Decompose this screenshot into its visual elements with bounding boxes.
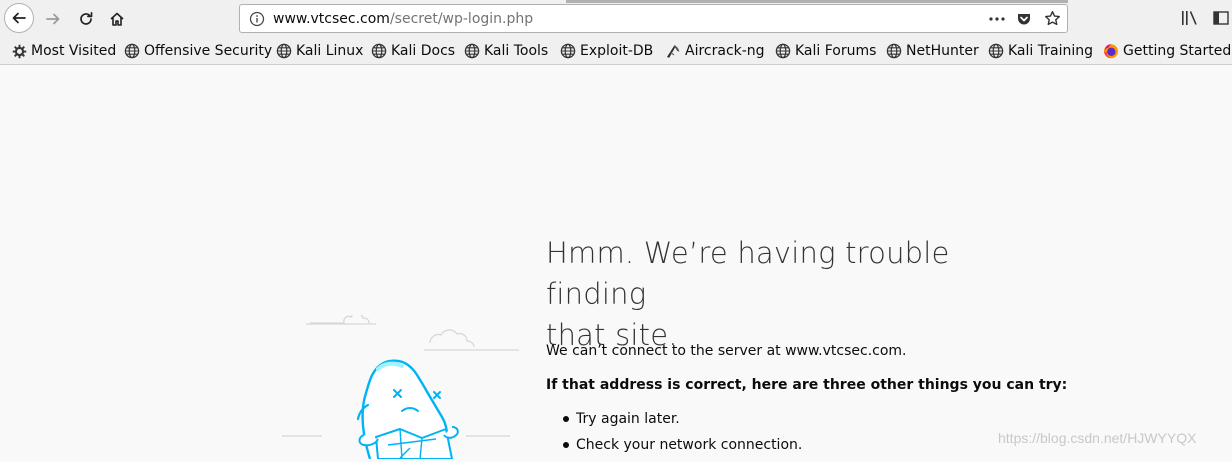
bookmark-aircrack-ng[interactable]: Aircrack-ng: [665, 42, 765, 60]
bookmark-exploit-db[interactable]: Exploit-DB: [560, 42, 653, 60]
gear-icon: [12, 44, 27, 58]
reload-icon: [80, 11, 93, 25]
bookmark-label: Most Visited: [31, 43, 117, 59]
bookmark-label: Exploit-DB: [580, 43, 654, 59]
url-path: /secret/wp-login.php: [389, 11, 534, 27]
suggestion-item: Check your network connection.: [546, 436, 802, 462]
bookmark-offensive-security[interactable]: Offensive Security: [124, 42, 272, 60]
globe-icon: [464, 43, 480, 59]
library-icon[interactable]: [1181, 10, 1199, 26]
error-title: Hmm. We’re having trouble finding that si…: [546, 233, 1046, 356]
bookmark-label: NetHunter: [906, 43, 979, 59]
bookmark-label: Getting Started: [1123, 43, 1232, 59]
bookmark-kali-docs[interactable]: Kali Docs: [371, 42, 455, 60]
globe-icon: [371, 43, 387, 59]
bookmark-kali-training[interactable]: Kali Training: [988, 42, 1093, 60]
globe-icon: [124, 43, 140, 59]
forward-icon: [46, 13, 60, 25]
bookmark-label: Kali Docs: [391, 43, 456, 59]
bookmark-kali-forums[interactable]: Kali Forums: [775, 42, 876, 60]
bookmark-label: Kali Training: [1008, 43, 1093, 59]
info-icon[interactable]: [249, 11, 265, 27]
globe-icon: [988, 43, 1004, 59]
suggestion-item: Try again later.: [546, 410, 802, 436]
reload-button[interactable]: [71, 4, 101, 34]
bookmark-star-icon[interactable]: [1044, 10, 1061, 27]
bookmarks-toolbar: Most Visited Offensive Security Kali Lin…: [0, 38, 1232, 65]
home-icon: [110, 12, 124, 26]
home-button[interactable]: [102, 4, 132, 34]
broken-connection-illustration: [282, 315, 519, 459]
url-host: www.vtcsec.com: [273, 11, 390, 27]
globe-icon: [886, 43, 902, 59]
bookmark-nethunter[interactable]: NetHunter: [886, 42, 979, 60]
error-page: Hmm. We’re having trouble finding that si…: [0, 65, 1232, 459]
bookmark-kali-tools[interactable]: Kali Tools: [464, 42, 548, 60]
globe-icon: [276, 43, 292, 59]
suggestions-list: Try again later. Check your network conn…: [546, 410, 802, 462]
error-description: We can’t connect to the server at www.vt…: [546, 343, 907, 359]
url-bar[interactable]: www.vtcsec.com/secret/wp-login.php: [239, 4, 1068, 33]
bookmark-label: Aircrack-ng: [685, 43, 765, 59]
forward-button[interactable]: [38, 4, 68, 34]
page-actions-icon[interactable]: [988, 11, 1006, 27]
tab-strip-edge: [566, 0, 1068, 3]
back-icon: [12, 12, 26, 24]
error-title-line1: Hmm. We’re having trouble finding: [546, 236, 950, 311]
pocket-icon[interactable]: [1016, 11, 1032, 27]
watermark: https://blog.csdn.net/HJWYYQX: [998, 430, 1197, 446]
globe-icon: [560, 43, 576, 59]
firefox-icon: [1104, 44, 1118, 59]
globe-icon: [775, 43, 791, 59]
bookmark-label: Kali Linux: [296, 43, 364, 59]
aircrack-icon: [667, 45, 680, 58]
bookmark-label: Kali Forums: [795, 43, 877, 59]
url-text[interactable]: www.vtcsec.com/secret/wp-login.php: [273, 11, 533, 27]
bookmark-getting-started[interactable]: Getting Started: [1103, 42, 1231, 60]
bookmark-most-visited[interactable]: Most Visited: [12, 42, 116, 60]
sidebar-icon[interactable]: [1213, 10, 1229, 26]
suggestions-title: If that address is correct, here are thr…: [546, 377, 1068, 393]
bookmark-kali-linux[interactable]: Kali Linux: [276, 42, 363, 60]
navigation-toolbar: www.vtcsec.com/secret/wp-login.php: [0, 0, 1232, 38]
bookmark-label: Offensive Security: [144, 43, 273, 59]
bookmark-label: Kali Tools: [484, 43, 549, 59]
back-button[interactable]: [4, 3, 34, 33]
